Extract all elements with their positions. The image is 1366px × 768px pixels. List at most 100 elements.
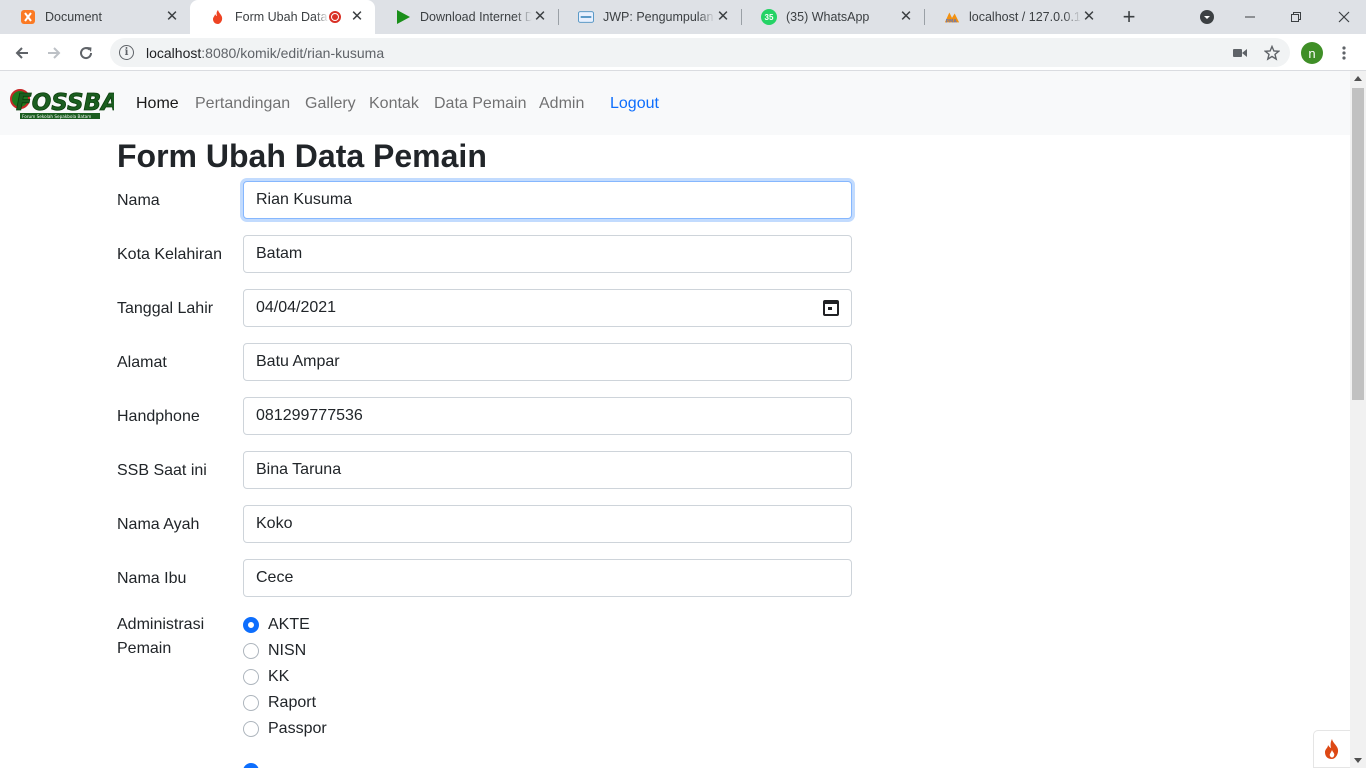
radio-checked-icon[interactable] — [243, 617, 259, 633]
browser-tab-whatsapp[interactable]: 35 (35) WhatsApp ✕ — [741, 0, 924, 34]
nav-kontak[interactable]: Kontak — [369, 95, 419, 113]
arrow-left-icon — [15, 47, 28, 59]
scrollbar-thumb[interactable] — [1352, 88, 1364, 400]
back-button[interactable] — [8, 39, 36, 67]
label-nama-ayah: Nama Ayah — [117, 516, 200, 533]
ssb-input[interactable] — [243, 451, 852, 489]
tanggal-lahir-input[interactable]: 04/04/2021 — [243, 289, 852, 327]
nav-admin[interactable]: Admin — [539, 95, 584, 113]
reload-icon — [80, 47, 93, 60]
info-icon[interactable]: i — [119, 45, 134, 60]
tab-title: JWP: Pengumpulan Proyek — [603, 10, 715, 24]
label-alamat: Alamat — [117, 354, 167, 371]
chevron-down-icon — [1200, 10, 1214, 24]
page-scrollbar[interactable] — [1350, 71, 1366, 768]
phpmyadmin-icon: PMA — [944, 9, 960, 25]
radio-unchecked-icon[interactable] — [243, 643, 259, 659]
radio-raport[interactable]: Raport — [243, 691, 316, 715]
close-tab-icon[interactable]: ✕ — [898, 9, 914, 25]
bookmark-button[interactable] — [1258, 39, 1286, 67]
tab-title: Document — [45, 10, 102, 24]
tab-search-button[interactable] — [1196, 0, 1218, 34]
page-viewport: FOSSBAT Forum Sekolah Sepakbola Batam Ho… — [0, 71, 1350, 768]
forward-button[interactable] — [40, 39, 68, 67]
browser-tab-phpmyadmin[interactable]: PMA localhost / 127.0.0.1 / komik ✕ — [924, 0, 1107, 34]
svg-text:Forum Sekolah Sepakbola Batam: Forum Sekolah Sepakbola Batam — [22, 114, 91, 119]
play-icon — [395, 9, 411, 25]
restore-icon — [1291, 12, 1301, 22]
calendar-icon[interactable] — [823, 300, 839, 316]
nav-gallery[interactable]: Gallery — [305, 95, 356, 113]
radio-akte[interactable]: AKTE — [243, 613, 310, 637]
nav-data-pemain[interactable]: Data Pemain — [434, 95, 527, 113]
recording-icon — [329, 11, 341, 23]
nav-pertandingan[interactable]: Pertandingan — [195, 95, 290, 113]
browser-tab-document[interactable]: Document ✕ — [0, 0, 190, 34]
avatar[interactable]: n — [1301, 42, 1323, 64]
minimize-icon — [1245, 16, 1255, 18]
close-tab-icon[interactable]: ✕ — [715, 9, 731, 25]
close-icon — [1338, 11, 1350, 23]
alamat-input[interactable] — [243, 343, 852, 381]
browser-tab-idm[interactable]: Download Internet Download Manager ✕ — [375, 0, 558, 34]
close-tab-icon[interactable]: ✕ — [532, 9, 548, 25]
nama-ayah-input[interactable] — [243, 505, 852, 543]
close-tab-icon[interactable]: ✕ — [349, 9, 365, 25]
radio-label: Raport — [268, 694, 317, 711]
restore-button[interactable] — [1276, 0, 1316, 34]
fossbat-logo[interactable]: FOSSBAT Forum Sekolah Sepakbola Batam — [10, 82, 135, 124]
scroll-down-icon[interactable] — [1354, 758, 1362, 763]
label-nama: Nama — [117, 192, 160, 209]
radio-checked-icon[interactable] — [243, 763, 259, 768]
page-title: Form Ubah Data Pemain — [117, 138, 487, 174]
new-tab-button[interactable]: + — [1115, 0, 1143, 34]
handphone-input[interactable] — [243, 397, 852, 435]
tab-title: Download Internet Download Manager — [420, 10, 532, 24]
video-camera-icon — [1233, 49, 1247, 57]
tab-title: (35) WhatsApp — [786, 10, 870, 24]
radio-nisn[interactable]: NISN — [243, 639, 306, 663]
label-tanggal-lahir: Tanggal Lahir — [117, 300, 214, 317]
nav-home[interactable]: Home — [136, 95, 179, 113]
radio-label: KK — [268, 668, 290, 685]
nama-input[interactable] — [243, 181, 852, 219]
radio-unchecked-icon[interactable] — [243, 669, 259, 685]
url-path: :8080/komik/edit/rian-kusuma — [201, 44, 385, 61]
tab-title: Form Ubah Data Pemain — [235, 10, 329, 24]
arrow-right-icon — [48, 47, 61, 59]
tanggal-lahir-value: 04/04/2021 — [256, 299, 337, 316]
nama-ibu-input[interactable] — [243, 559, 852, 597]
browser-tab-form-ubah[interactable]: Form Ubah Data Pemain ✕ — [190, 0, 375, 34]
scroll-up-icon[interactable] — [1354, 76, 1362, 81]
codeigniter-flame-icon — [1325, 739, 1339, 759]
svg-text:FOSSBAT: FOSSBAT — [16, 90, 114, 116]
close-tab-icon[interactable]: ✕ — [1081, 9, 1097, 25]
label-handphone: Handphone — [117, 408, 200, 425]
radio-label: Passpor — [268, 720, 327, 737]
radio-next-cut[interactable] — [243, 759, 268, 768]
reload-button[interactable] — [72, 39, 100, 67]
camera-indicator-button[interactable] — [1226, 39, 1254, 67]
label-kota-kelahiran: Kota Kelahiran — [117, 246, 222, 263]
site-navbar: FOSSBAT Forum Sekolah Sepakbola Batam Ho… — [0, 71, 1350, 135]
radio-unchecked-icon[interactable] — [243, 721, 259, 737]
close-window-button[interactable] — [1322, 0, 1366, 34]
kota-kelahiran-input[interactable] — [243, 235, 852, 273]
browser-tab-strip: Document ✕ Form Ubah Data Pemain ✕ Downl… — [0, 0, 1366, 34]
browser-tab-jwp[interactable]: JWP: Pengumpulan Proyek ✕ — [558, 0, 741, 34]
codeigniter-flame-icon — [210, 9, 226, 25]
radio-passpor[interactable]: Passpor — [243, 717, 327, 741]
radio-unchecked-icon[interactable] — [243, 695, 259, 711]
debug-toolbar-button[interactable] — [1313, 730, 1350, 768]
close-tab-icon[interactable]: ✕ — [164, 9, 180, 25]
label-ssb: SSB Saat ini — [117, 462, 207, 479]
nav-logout[interactable]: Logout — [610, 95, 659, 113]
menu-button[interactable] — [1330, 39, 1358, 67]
svg-text:PMA: PMA — [946, 18, 958, 24]
address-bar[interactable]: i localhost:8080/komik/edit/rian-kusuma — [110, 38, 1290, 67]
radio-label: NISN — [268, 642, 307, 659]
xampp-icon — [20, 9, 36, 25]
minimize-button[interactable] — [1230, 0, 1270, 34]
radio-kk[interactable]: KK — [243, 665, 289, 689]
star-icon — [1264, 45, 1280, 61]
